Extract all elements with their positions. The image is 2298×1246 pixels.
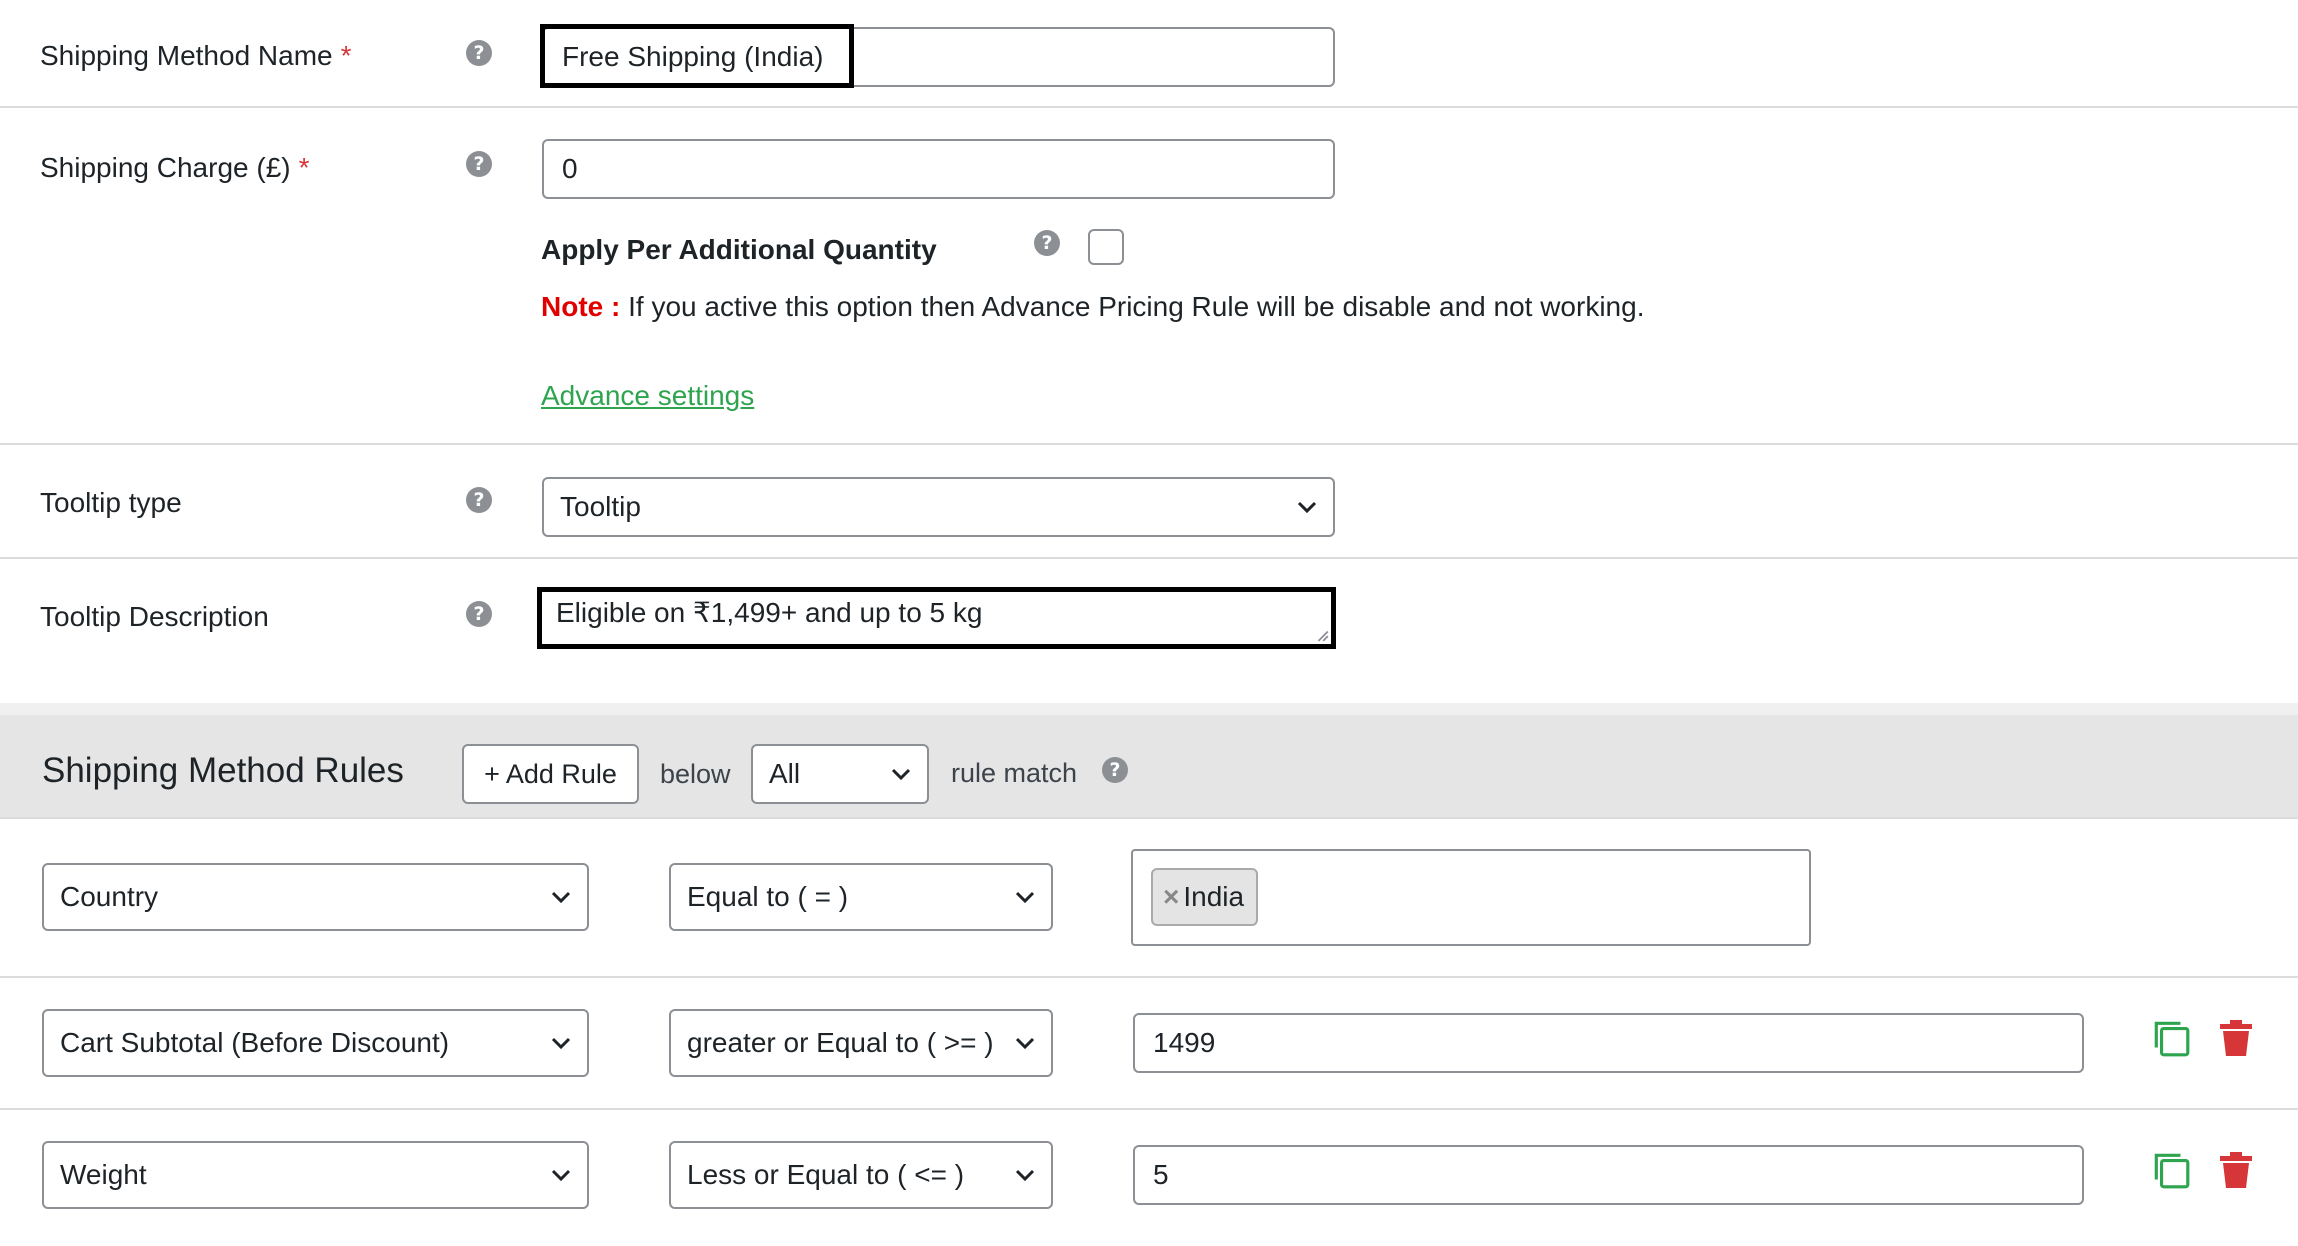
chevron-down-icon bbox=[1297, 501, 1317, 514]
trash-icon[interactable] bbox=[2216, 1148, 2256, 1190]
copy-icon[interactable] bbox=[2150, 1149, 2192, 1191]
tooltip-desc-row: Tooltip Description ? Eligible on ₹1,499… bbox=[0, 559, 2298, 691]
tooltip-type-value: Tooltip bbox=[560, 491, 641, 522]
rule-field-value: Weight bbox=[60, 1159, 147, 1190]
tooltip-type-label: Tooltip type bbox=[40, 487, 182, 518]
rule-operator-value: Less or Equal to ( <= ) bbox=[687, 1159, 965, 1190]
per-qty-label: Apply Per Additional Quantity bbox=[541, 234, 937, 265]
chevron-down-icon bbox=[551, 1037, 571, 1050]
rule-match-select[interactable]: All bbox=[751, 744, 929, 804]
required-mark: * bbox=[298, 152, 310, 183]
chevron-down-icon bbox=[551, 891, 571, 904]
rule-operator-select[interactable]: greater or Equal to ( >= ) bbox=[669, 1009, 1053, 1077]
rule-operator-select[interactable]: Less or Equal to ( <= ) bbox=[669, 1141, 1053, 1209]
rule-field-value: Country bbox=[60, 881, 159, 912]
method-name-label-text: Shipping Method Name bbox=[40, 40, 333, 71]
rule-value: 1499 bbox=[1153, 1027, 1216, 1058]
chevron-down-icon bbox=[1015, 891, 1035, 904]
rule-value: 5 bbox=[1153, 1159, 1169, 1190]
rule-field-select[interactable]: Cart Subtotal (Before Discount) bbox=[42, 1009, 589, 1077]
tooltip-type-row: Tooltip type ? Tooltip bbox=[0, 445, 2298, 557]
chevron-down-icon bbox=[891, 768, 911, 781]
note-prefix: Note : bbox=[541, 291, 621, 322]
help-icon[interactable]: ? bbox=[466, 487, 492, 513]
rule-row: Weight Less or Equal to ( <= ) 5 bbox=[0, 1110, 2298, 1246]
rule-field-value: Cart Subtotal (Before Discount) bbox=[60, 1027, 450, 1058]
rule-field-select[interactable]: Country bbox=[42, 863, 589, 931]
chevron-down-icon bbox=[551, 1169, 571, 1182]
rule-row: Country Equal to ( = ) × India bbox=[0, 819, 2298, 977]
copy-icon[interactable] bbox=[2150, 1017, 2192, 1059]
rule-operator-select[interactable]: Equal to ( = ) bbox=[669, 863, 1053, 931]
rules-header: Shipping Method Rules + Add Rule below A… bbox=[0, 703, 2298, 819]
rule-match-text: rule match bbox=[951, 758, 1078, 788]
help-icon[interactable]: ? bbox=[466, 40, 492, 66]
charge-label: Shipping Charge (£) * bbox=[40, 152, 310, 184]
required-mark: * bbox=[340, 40, 352, 71]
charge-input[interactable]: 0 bbox=[542, 139, 1335, 199]
advance-settings-link[interactable]: Advance settings bbox=[541, 380, 754, 412]
charge-row: Shipping Charge (£) * ? 0 Apply Per Addit… bbox=[0, 108, 2298, 444]
rule-value-input[interactable]: 5 bbox=[1133, 1145, 2084, 1205]
method-name-row: Shipping Method Name * ? Free Shipping (I… bbox=[0, 0, 2298, 108]
tooltip-type-select[interactable]: Tooltip bbox=[542, 477, 1335, 537]
charge-label-text: Shipping Charge (£) bbox=[40, 152, 291, 183]
below-text: below bbox=[660, 759, 731, 789]
help-icon[interactable]: ? bbox=[1034, 230, 1060, 256]
help-icon[interactable]: ? bbox=[1102, 757, 1128, 783]
tag-label: India bbox=[1183, 881, 1245, 912]
selected-tag: × India bbox=[1151, 868, 1259, 926]
rule-field-select[interactable]: Weight bbox=[42, 1141, 589, 1209]
add-rule-button[interactable]: + Add Rule bbox=[462, 744, 639, 804]
note-text: Note : If you active this option then Ad… bbox=[541, 291, 1644, 323]
rule-value-input[interactable]: 1499 bbox=[1133, 1013, 2084, 1073]
help-icon[interactable]: ? bbox=[466, 151, 492, 177]
chevron-down-icon bbox=[1015, 1169, 1035, 1182]
note-body: If you active this option then Advance P… bbox=[620, 291, 1645, 322]
rule-row: Cart Subtotal (Before Discount) greater … bbox=[0, 978, 2298, 1108]
rule-operator-value: greater or Equal to ( >= ) bbox=[687, 1027, 994, 1058]
tooltip-desc-label: Tooltip Description bbox=[40, 601, 269, 632]
help-icon[interactable]: ? bbox=[466, 601, 492, 627]
country-multiselect[interactable]: × India bbox=[1131, 849, 1811, 946]
rule-operator-value: Equal to ( = ) bbox=[687, 881, 849, 912]
tooltip-desc-textarea[interactable]: Eligible on ₹1,499+ and up to 5 kg bbox=[537, 587, 1336, 649]
method-name-highlight bbox=[540, 24, 854, 88]
rule-match-value: All bbox=[769, 758, 801, 789]
per-qty-checkbox[interactable] bbox=[1088, 229, 1124, 265]
tag-remove-icon[interactable]: × bbox=[1163, 881, 1179, 913]
resize-handle-icon[interactable] bbox=[1315, 628, 1329, 642]
chevron-down-icon bbox=[1015, 1037, 1035, 1050]
rules-title: Shipping Method Rules bbox=[42, 751, 404, 790]
method-name-label: Shipping Method Name * bbox=[40, 40, 352, 72]
charge-value: 0 bbox=[562, 153, 578, 184]
trash-icon[interactable] bbox=[2216, 1016, 2256, 1058]
tooltip-desc-value: Eligible on ₹1,499+ and up to 5 kg bbox=[556, 597, 983, 628]
